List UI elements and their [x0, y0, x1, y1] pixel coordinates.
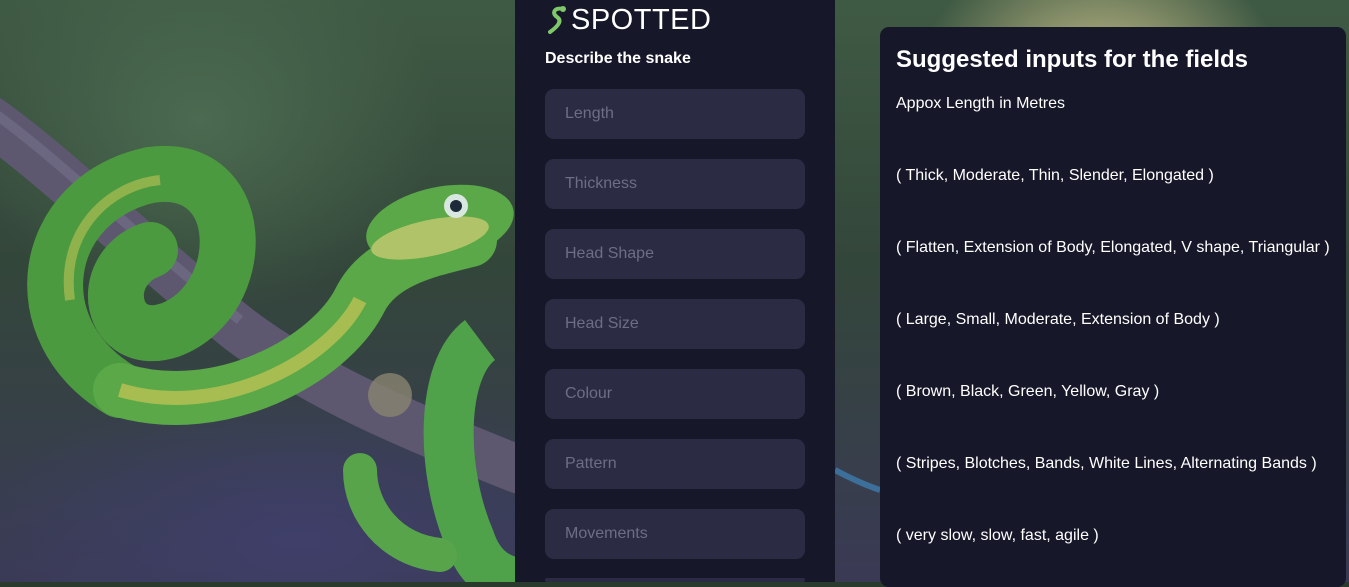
- pattern-input[interactable]: [545, 439, 805, 489]
- next-input-partial[interactable]: [545, 578, 805, 582]
- form-title: Describe the snake: [545, 50, 691, 67]
- suggestion-head-shape: ( Flatten, Extension of Body, Elongated,…: [896, 239, 1330, 256]
- describe-form-panel: [515, 0, 835, 582]
- thickness-input[interactable]: [545, 159, 805, 209]
- suggestion-head-size: ( Large, Small, Moderate, Extension of B…: [896, 311, 1220, 328]
- movements-input[interactable]: [545, 509, 805, 559]
- suggestion-movements: ( very slow, slow, fast, agile ): [896, 527, 1099, 544]
- suggestion-pattern: ( Stripes, Blotches, Bands, White Lines,…: [896, 455, 1317, 472]
- suggestions-title: Suggested inputs for the fields: [896, 46, 1249, 73]
- brand-name: SPOTTED: [571, 4, 712, 36]
- head-shape-input[interactable]: [545, 229, 805, 279]
- colour-input[interactable]: [545, 369, 805, 419]
- head-size-input[interactable]: [545, 299, 805, 349]
- length-input[interactable]: [545, 89, 805, 139]
- suggestion-colour: ( Brown, Black, Green, Yellow, Gray ): [896, 383, 1160, 400]
- suggestion-length: Appox Length in Metres: [896, 95, 1065, 112]
- suggestion-thickness: ( Thick, Moderate, Thin, Slender, Elonga…: [896, 167, 1214, 184]
- brand: SPOTTED: [545, 4, 711, 37]
- snake-logo-icon: [548, 5, 566, 34]
